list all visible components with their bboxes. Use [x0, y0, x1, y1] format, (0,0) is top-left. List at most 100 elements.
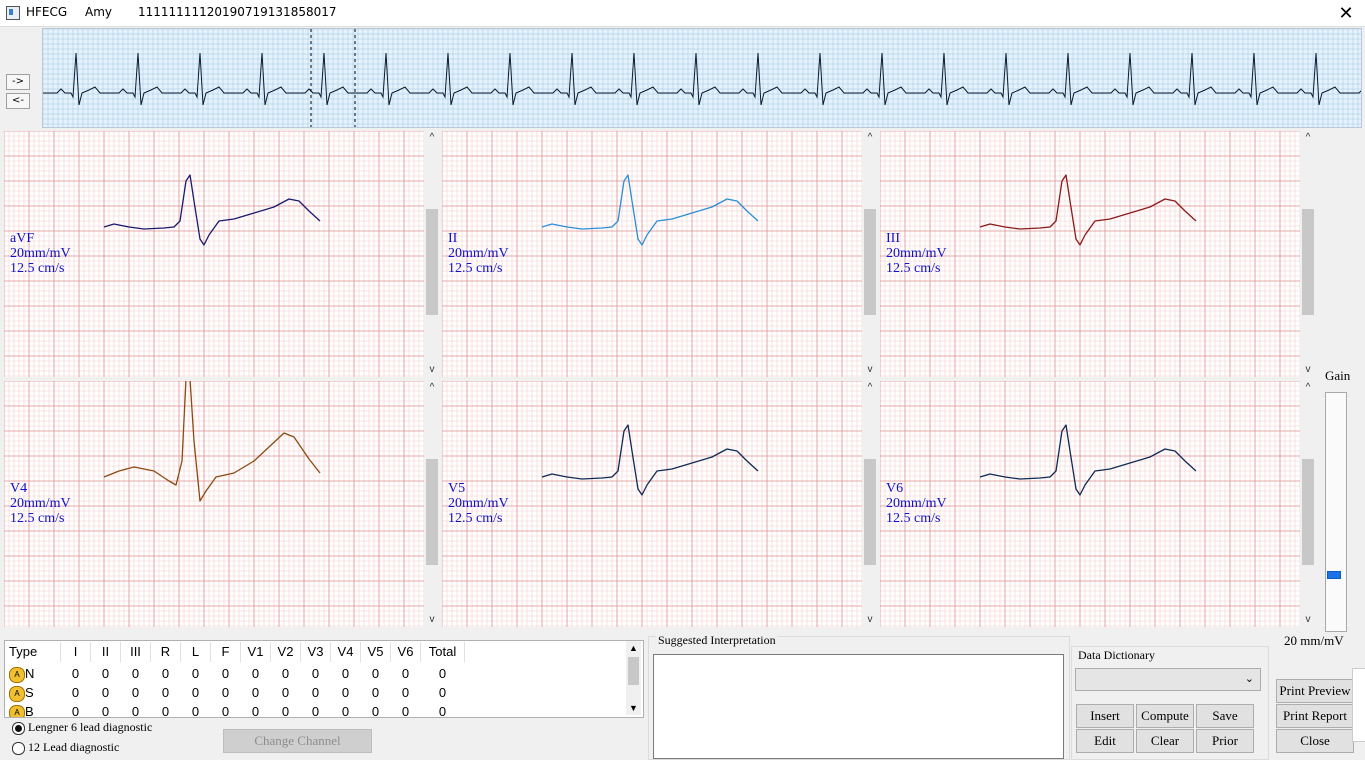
radio-12-lead[interactable] [12, 742, 25, 755]
column-header[interactable]: L [181, 642, 211, 662]
lead-speed-label: 12.5 cm/s [886, 261, 941, 276]
lead-scroll-thumb[interactable] [864, 459, 876, 565]
lead-panel-iii[interactable]: III 20mm/mV 12.5 cm/s [880, 131, 1300, 377]
scroll-up-icon[interactable]: ^ [425, 131, 439, 145]
scroll-up-icon[interactable]: ^ [863, 381, 877, 395]
column-header[interactable]: Total [421, 642, 465, 662]
column-header[interactable]: V5 [361, 642, 391, 662]
close-button[interactable]: Close [1276, 729, 1354, 753]
column-header[interactable]: R [151, 642, 181, 662]
scroll-up-icon[interactable]: ^ [863, 131, 877, 145]
rhythm-strip[interactable] [42, 28, 1365, 128]
scroll-up-icon[interactable]: ▲ [626, 641, 641, 655]
edit-button[interactable]: Edit [1076, 729, 1134, 753]
print-preview-button[interactable]: Print Preview [1276, 679, 1354, 703]
record-id: 11111111120190719131858017 [138, 5, 337, 19]
column-header[interactable]: II [91, 642, 121, 662]
table-row[interactable]: AB 0 0 0 0 0 0 0 0 0 0 0 0 0 [5, 702, 627, 718]
lead-panel-v5[interactable]: V5 20mm/mV 12.5 cm/s [442, 381, 862, 627]
scroll-down-icon[interactable]: v [863, 363, 877, 377]
table-cell: 0 [161, 666, 170, 681]
side-panel-edge [1352, 668, 1365, 742]
column-header[interactable]: V4 [331, 642, 361, 662]
lead-scrollbar[interactable]: ^ v [1301, 381, 1315, 627]
lead-scrollbar[interactable]: ^ v [1301, 131, 1315, 377]
compute-button[interactable]: Compute [1136, 704, 1194, 728]
lead-scrollbar[interactable]: ^ v [425, 381, 439, 627]
scroll-up-icon[interactable]: ^ [425, 381, 439, 395]
beat-count-table[interactable]: Type I II III R L F V1 V2 V3 V4 V5 V6 Total A N 0 0 0 0 0 0 0 0… [4, 640, 644, 718]
dictionary-select[interactable]: ⌄ [1075, 668, 1261, 691]
scroll-back-button[interactable]: <- [6, 93, 30, 109]
scroll-down-icon[interactable]: ▼ [626, 701, 641, 715]
table-cell: 0 [341, 704, 350, 718]
table-cell: 0 [191, 704, 200, 718]
scroll-down-icon[interactable]: v [1301, 613, 1315, 627]
table-cell: 0 [281, 685, 290, 700]
beat-type-icon: A [9, 705, 25, 717]
save-button[interactable]: Save [1196, 704, 1254, 728]
interpretation-label: Suggested Interpretation [656, 633, 778, 648]
lead-panel-v6[interactable]: V6 20mm/mV 12.5 cm/s [880, 381, 1300, 627]
lead-scrollbar[interactable]: ^ v [863, 131, 877, 377]
column-header[interactable]: V6 [391, 642, 421, 662]
table-scroll-thumb[interactable] [628, 657, 639, 685]
interpretation-textbox[interactable] [653, 654, 1064, 759]
lead-panel-ii[interactable]: II 20mm/mV 12.5 cm/s [442, 131, 862, 377]
column-header[interactable]: Type [5, 642, 61, 662]
lead-scroll-thumb[interactable] [864, 209, 876, 315]
scroll-down-icon[interactable]: v [425, 613, 439, 627]
lead-scrollbar[interactable]: ^ v [425, 131, 439, 377]
change-channel-button[interactable]: Change Channel [223, 729, 372, 753]
gain-slider[interactable] [1325, 392, 1347, 632]
scroll-up-icon[interactable]: ^ [1301, 381, 1315, 395]
lead-gain-label: 20mm/mV [448, 246, 509, 261]
lead-speed-label: 12.5 cm/s [10, 511, 65, 526]
beat-type-label: B [25, 704, 34, 718]
table-cell: 0 [101, 666, 110, 681]
table-cell: 0 [311, 685, 320, 700]
scroll-down-icon[interactable]: v [1301, 363, 1315, 377]
lead-name-label: III [886, 231, 900, 246]
column-header[interactable]: I [61, 642, 91, 662]
lead-scroll-thumb[interactable] [426, 209, 438, 315]
lead-panel-avf[interactable]: aVF 20mm/mV 12.5 cm/s [4, 131, 424, 377]
print-report-button[interactable]: Print Report [1276, 704, 1354, 728]
lead-name-label: V6 [886, 481, 904, 496]
table-cell: 0 [101, 704, 110, 718]
clear-button[interactable]: Clear [1136, 729, 1194, 753]
radio-12-lead-label: 12 Lead diagnostic [28, 740, 120, 754]
column-header[interactable]: V3 [301, 642, 331, 662]
lead-speed-label: 12.5 cm/s [448, 511, 503, 526]
column-header[interactable]: III [121, 642, 151, 662]
radio-6-lead[interactable] [12, 722, 25, 735]
lead-scrollbar[interactable]: ^ v [863, 381, 877, 627]
lead-scroll-thumb[interactable] [1302, 459, 1314, 565]
lead-panel-v4[interactable]: V4 20mm/mV 12.5 cm/s [4, 381, 424, 627]
scroll-down-icon[interactable]: v [425, 363, 439, 377]
window-close-icon[interactable]: ✕ [1335, 2, 1357, 24]
table-row[interactable]: AS 0 0 0 0 0 0 0 0 0 0 0 0 0 [5, 683, 627, 703]
table-cell: 0 [221, 685, 230, 700]
prior-button[interactable]: Prior [1196, 729, 1254, 753]
column-header[interactable]: V1 [241, 642, 271, 662]
table-scrollbar[interactable]: ▲ ▼ [626, 641, 641, 715]
rhythm-strip-canvas [42, 28, 1365, 127]
scroll-forward-button[interactable]: -> [6, 74, 30, 90]
gain-slider-thumb[interactable] [1327, 571, 1341, 579]
gain-label: Gain [1325, 368, 1351, 383]
lead-scroll-thumb[interactable] [1302, 209, 1314, 315]
scroll-up-icon[interactable]: ^ [1301, 131, 1315, 145]
lead-scroll-thumb[interactable] [426, 459, 438, 565]
table-cell: 0 [131, 704, 140, 718]
table-cell: 0 [161, 685, 170, 700]
beat-type-label: N [25, 666, 35, 681]
column-header[interactable]: V2 [271, 642, 301, 662]
table-header: Type I II III R L F V1 V2 V3 V4 V5 V6 Total [5, 642, 627, 662]
table-row[interactable]: AN 0 0 0 0 0 0 0 0 0 0 0 0 0 [5, 664, 627, 684]
beat-type-icon: A [9, 667, 25, 683]
insert-button[interactable]: Insert [1076, 704, 1134, 728]
scroll-down-icon[interactable]: v [863, 613, 877, 627]
column-header[interactable]: F [211, 642, 241, 662]
app-title: HFECG [26, 5, 68, 19]
